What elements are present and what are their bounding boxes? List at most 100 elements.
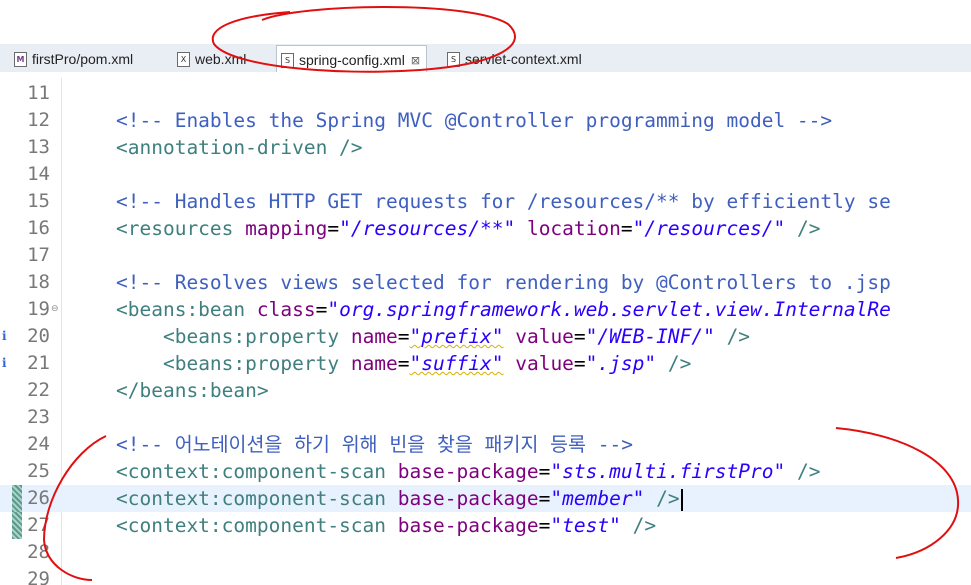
line-number: 21	[27, 352, 50, 374]
xml-comment: <!-- Resolves views selected for renderi…	[116, 271, 891, 294]
equals: =	[327, 217, 340, 240]
equals: =	[573, 352, 586, 375]
line-number: 23	[27, 406, 50, 428]
equals: =	[315, 298, 328, 321]
tab-label: web.xml	[195, 51, 247, 67]
xml-attribute: base-package	[397, 487, 539, 510]
line-number: 18	[27, 271, 50, 293]
xml-comment: <!-- 어노테이션을 하기 위해 빈을 찾을 패키지 등록 -->	[116, 433, 633, 456]
equals: =	[538, 514, 551, 537]
info-marker-icon[interactable]: i	[2, 350, 7, 377]
code-line[interactable]: 18 <!-- Resolves views selected for rende…	[0, 269, 971, 296]
code-line[interactable]: 12 <!-- Enables the Spring MVC @Controlle…	[0, 107, 971, 134]
code-line[interactable]: 28	[0, 539, 971, 566]
xml-value: "sts.multi.firstPro"	[550, 460, 786, 483]
xml-value: "/resources/**"	[339, 217, 516, 240]
code-text: <context:component-scan base-package="st…	[116, 458, 820, 485]
xml-attribute: name	[350, 325, 398, 348]
code-line[interactable]: 14	[0, 161, 971, 188]
line-number: 16	[27, 217, 50, 239]
code-line[interactable]: 17	[0, 242, 971, 269]
code-text: </beans:bean>	[116, 377, 269, 404]
change-marker	[12, 512, 22, 539]
maven-pom-icon: M	[14, 51, 27, 67]
code-text: <!-- 어노테이션을 하기 위해 빈을 찾을 패키지 등록 -->	[116, 431, 633, 458]
code-line[interactable]: 24 <!-- 어노테이션을 하기 위해 빈을 찾을 패키지 등록 -->	[0, 431, 971, 458]
xml-tag-end: />	[797, 217, 821, 240]
code-line[interactable]: 20 i <beans:property name="prefix" value=…	[0, 323, 971, 350]
xml-attribute: base-package	[397, 460, 539, 483]
line-number: 20	[27, 325, 50, 347]
xml-attribute: mapping	[245, 217, 328, 240]
line-number: 29	[27, 568, 50, 585]
equals: =	[573, 325, 586, 348]
xml-comment: <!-- Enables the Spring MVC @Controller …	[116, 109, 833, 132]
xml-attribute: location	[526, 217, 621, 240]
xml-tag: <beans:bean	[116, 298, 246, 321]
info-marker-icon[interactable]: i	[2, 323, 7, 350]
line-number: 11	[27, 82, 50, 104]
xml-value: "/WEB-INF/"	[585, 325, 715, 348]
tab-spring-config-xml[interactable]: S spring-config.xml ⊠	[276, 45, 428, 74]
code-line[interactable]: 13 <annotation-driven />	[0, 134, 971, 161]
code-text: <!-- Resolves views selected for renderi…	[116, 269, 891, 296]
xml-attribute: class	[256, 298, 316, 321]
code-line[interactable]: 25 <context:component-scan base-package="…	[0, 458, 971, 485]
line-number: 17	[27, 244, 50, 266]
code-line[interactable]: 16 <resources mapping="/resources/**" loc…	[0, 215, 971, 242]
xml-value: ".jsp"	[585, 352, 657, 375]
line-number: 28	[27, 541, 50, 563]
code-editor[interactable]: 11 12 <!-- Enables the Spring MVC @Control…	[0, 78, 971, 585]
xml-comment: <!-- Handles HTTP GET requests for /reso…	[116, 190, 891, 213]
code-text: <resources mapping="/resources/**" locat…	[116, 215, 820, 242]
close-tab-icon[interactable]: ⊠	[411, 54, 420, 67]
code-line[interactable]: 21 i <beans:property name="suffix" value=…	[0, 350, 971, 377]
line-number: 24	[27, 433, 50, 455]
text-caret	[680, 488, 683, 511]
xml-tag: <beans:property	[162, 325, 340, 348]
line-number: 13	[27, 136, 50, 158]
xml-value: "org.springframework.web.servlet.view.In…	[327, 298, 891, 321]
equals: =	[397, 325, 410, 348]
code-text: <!-- Handles HTTP GET requests for /reso…	[116, 188, 891, 215]
xml-tag-end: />	[656, 487, 680, 510]
line-number: 26	[27, 487, 50, 509]
code-line[interactable]: 11	[0, 80, 971, 107]
change-marker	[12, 485, 22, 512]
fold-collapse-icon[interactable]: ⊖	[51, 296, 59, 323]
xml-file-icon: X	[177, 51, 190, 67]
tab-pom-xml[interactable]: M firstPro/pom.xml	[14, 46, 133, 72]
code-line[interactable]: 26 <context:component-scan base-package="…	[0, 485, 971, 512]
tab-web-xml[interactable]: X web.xml	[177, 46, 246, 72]
code-text: <annotation-driven />	[116, 134, 363, 161]
tab-label: servlet-context.xml	[465, 51, 582, 67]
xml-tag: <annotation-driven />	[116, 136, 363, 159]
code-line[interactable]: 19 ⊖ <beans:bean class="org.springframewor…	[0, 296, 971, 323]
code-text: <beans:property name="suffix" value=".js…	[116, 350, 691, 377]
code-line[interactable]: 29	[0, 566, 971, 585]
code-line[interactable]: 23	[0, 404, 971, 431]
spring-xml-icon: S	[447, 51, 460, 67]
editor-tab-bar: M firstPro/pom.xml X web.xml S spring-co…	[0, 44, 971, 74]
tab-servlet-context-xml[interactable]: S servlet-context.xml	[447, 46, 582, 72]
code-line[interactable]: 15 <!-- Handles HTTP GET requests for /re…	[0, 188, 971, 215]
xml-attribute: name	[350, 352, 398, 375]
line-number: 25	[27, 460, 50, 482]
code-line[interactable]: 22 </beans:bean>	[0, 377, 971, 404]
line-number: 15	[27, 190, 50, 212]
line-number: 14	[27, 163, 50, 185]
code-text: <beans:property name="prefix" value="/WE…	[116, 323, 750, 350]
xml-value: "member"	[550, 487, 645, 510]
xml-tag: <beans:property	[162, 352, 340, 375]
xml-tag: <context:component-scan	[116, 514, 387, 537]
xml-tag: <resources	[116, 217, 234, 240]
code-line[interactable]: 27 <context:component-scan base-package="…	[0, 512, 971, 539]
xml-value: "/resources/"	[632, 217, 786, 240]
xml-tag-end: />	[667, 352, 692, 375]
line-number: 22	[27, 379, 50, 401]
xml-attribute: value	[515, 352, 574, 375]
tab-label: firstPro/pom.xml	[32, 51, 134, 67]
code-text: <!-- Enables the Spring MVC @Controller …	[116, 107, 832, 134]
equals: =	[620, 217, 633, 240]
line-number: 27	[27, 514, 50, 536]
